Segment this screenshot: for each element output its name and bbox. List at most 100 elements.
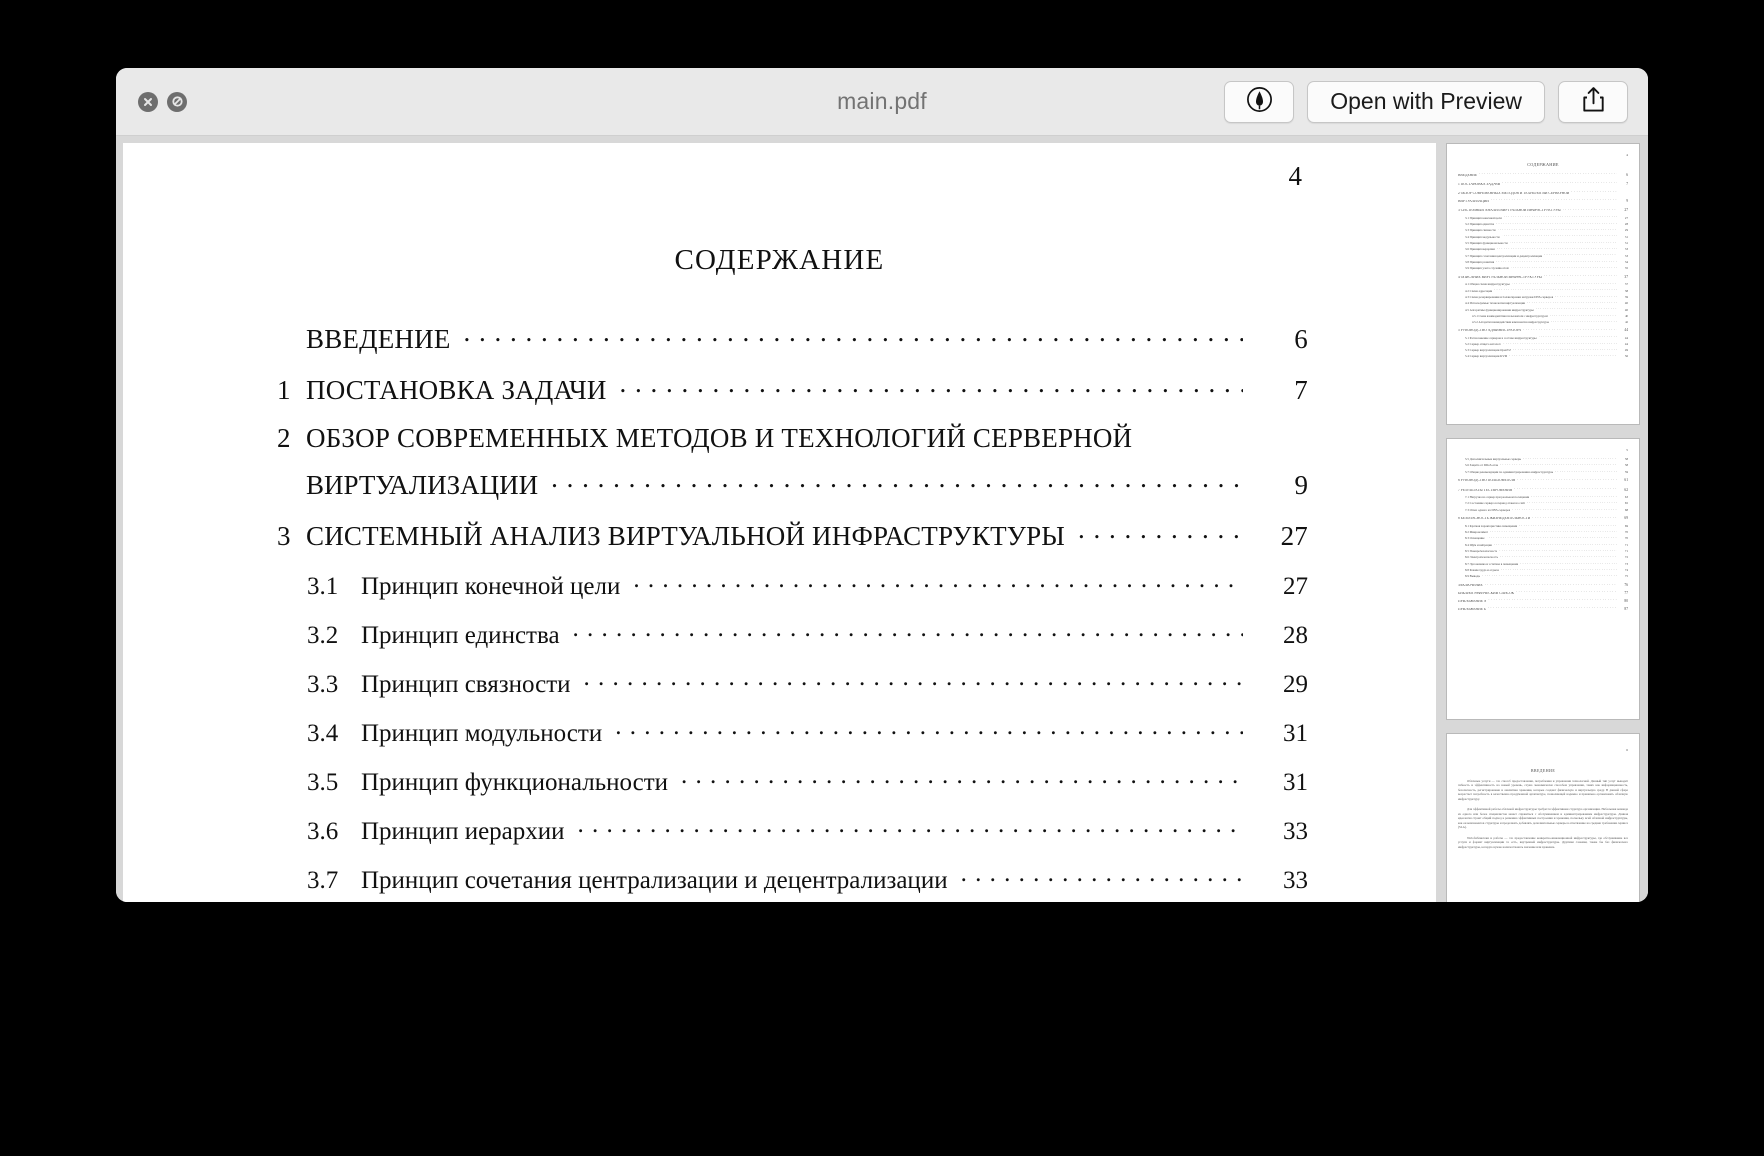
- thumbnail-toc-title: 3.5 Принцип функциональности: [1465, 241, 1508, 245]
- thumbnail-page-4[interactable]: 4 СОДЕРЖАНИЕ ВВЕДЕНИЕ 6 1 ПОСТАНОВКА ЗАДАЧИ 7…: [1446, 143, 1640, 425]
- toc-entry-row: 1 ПОСТАНОВКА ЗАДАЧИ 7: [277, 372, 1308, 406]
- toc-entry[interactable]: 3 СИСТЕМНЫЙ АНАЛИЗ ВИРТУАЛЬНОЙ ИНФРАСТРУК…: [277, 518, 1308, 552]
- thumbnail-dot-leader: [1519, 524, 1617, 527]
- thumbnail-toc-page: 58: [1624, 457, 1628, 462]
- thumbnail-toc-row: 2 ОБЗОР СОВРЕМЕННЫХ МЕТОДОВ И ТЕХНОЛОГИЙ…: [1458, 191, 1628, 196]
- thumbnail-toc-page: 37: [1624, 282, 1628, 287]
- toc-entry[interactable]: 3.1 Принцип конечной цели 27: [277, 569, 1308, 601]
- markup-button[interactable]: [1224, 80, 1295, 123]
- pdf-page-view[interactable]: 4 СОДЕРЖАНИЕ ВВЕДЕНИЕ 6 1 ПОСТАНОВКА ЗАДАЧИ…: [123, 143, 1436, 902]
- thumbnail-folio: 6: [1626, 748, 1628, 752]
- toc-entry-row: 3.5 Принцип функциональности 31: [307, 765, 1308, 797]
- thumbnail-toc-title: 7.3 Отказ одного из DNS-серверов: [1465, 508, 1511, 512]
- thumbnail-toc-row: 4.5.2 Алгоритм взаимодействия компоненто…: [1458, 320, 1628, 324]
- toc-entry[interactable]: 3.7 Принцип сочетания централизации и дец…: [277, 863, 1308, 895]
- thumbnail-dot-leader: [1490, 530, 1617, 533]
- window-toolbar: main.pdf Open with Preview: [116, 68, 1648, 136]
- toc-entry-row: 3.2 Принцип единства 28: [307, 618, 1308, 650]
- toc-dot-leader: [464, 321, 1243, 348]
- thumbnail-dot-leader: [1485, 583, 1617, 587]
- thumbnail-toc-title: 3.7 Принцип сочетания централизации и де…: [1465, 254, 1543, 258]
- toc-entry[interactable]: 3.6 Принцип иерархии 33: [277, 814, 1308, 846]
- toc-entry-page: 27: [1280, 521, 1308, 551]
- toc-entry[interactable]: 3.4 Принцип модульности 31: [277, 716, 1308, 748]
- toc-entry-title: ВВЕДЕНИЕ: [306, 324, 451, 354]
- open-with-preview-button[interactable]: Open with Preview: [1307, 80, 1545, 123]
- pdf-page-4: 4 СОДЕРЖАНИЕ ВВЕДЕНИЕ 6 1 ПОСТАНОВКА ЗАДАЧИ…: [123, 143, 1436, 902]
- toc-entry-title: Принцип сочетания централизации и децент…: [361, 867, 948, 894]
- thumbnail-toc-row: ПРИЛОЖЕНИЕ А 80: [1458, 598, 1628, 603]
- toc-entry[interactable]: 1 ПОСТАНОВКА ЗАДАЧИ 7: [277, 372, 1308, 406]
- thumbnail-page-6[interactable]: 6 ВВЕДЕНИЕ Облачные услуги — это способ пр…: [1446, 733, 1640, 902]
- thumbnail-toc-row: 5.6 Защита от DDoS-атак 58: [1458, 463, 1628, 467]
- thumbnail-toc-page: 58: [1624, 463, 1628, 468]
- share-upload-icon: [1580, 85, 1607, 119]
- toc-dot-leader: [633, 569, 1243, 594]
- toc-entry-title: Принцип функциональности: [361, 769, 669, 796]
- close-x-icon[interactable]: [138, 91, 158, 112]
- thumbnail-toc-title: 7.1 Нагрузка на сервер при реальном посе…: [1465, 496, 1530, 500]
- thumbnail-toc-title: ПРИЛОЖЕНИЕ А: [1458, 599, 1487, 603]
- thumbnail-toc-title: 1 ПОСТАНОВКА ЗАДАЧИ: [1458, 182, 1501, 186]
- share-button[interactable]: [1558, 80, 1628, 123]
- thumbnail-toc-row: 3.3 Принцип связности 29: [1458, 228, 1628, 232]
- thumbnail-toc-page: 68: [1624, 507, 1628, 512]
- toc-entry[interactable]: 3.5 Принцип функциональности 31: [277, 765, 1308, 797]
- toc-entry[interactable]: ВВЕДЕНИЕ 6: [277, 321, 1308, 355]
- thumbnail-folio: 4: [1626, 153, 1628, 157]
- toc-entry-title: ПОСТАНОВКА ЗАДАЧИ: [306, 375, 607, 405]
- thumbnail-toc-title: 3 СИСТЕМНЫЙ АНАЛИЗ ВИРТУАЛЬНОЙ ИНФРАСТРУ…: [1458, 209, 1561, 213]
- toc-entry-title: ОБЗОР СОВРЕМЕННЫХ МЕТОДОВ И ТЕХНОЛОГИЙ С…: [306, 423, 1133, 453]
- toc-entry-number: 3.3: [307, 671, 339, 698]
- thumbnail-dot-leader: [1520, 562, 1617, 565]
- toc-entry[interactable]: 3.2 Принцип единства 28: [277, 618, 1308, 650]
- thumbnail-toc-page: 27: [1624, 208, 1628, 213]
- thumbnail-heading: СОДЕРЖАНИЕ: [1527, 162, 1559, 167]
- thumbnail-toc-row: 4.1 Общая схема инфраструктуры 37: [1458, 282, 1628, 286]
- thumbnail-toc-row: 3.5 Принцип функциональности 31: [1458, 241, 1628, 245]
- thumbnail-toc-title: 8.5 Пожаробезопасность: [1465, 550, 1498, 554]
- thumbnail-dot-leader: [1496, 222, 1617, 225]
- thumbnail-toc-page: 6: [1626, 172, 1628, 177]
- thumbnail-toc-row: 8.3 Освещение 70: [1458, 536, 1628, 540]
- toc-entry-row: 3.4 Принцип модульности 31: [307, 716, 1308, 748]
- thumbnail-dot-leader: [1527, 301, 1617, 304]
- thumbnail-toc-row: 8.2 Микроклимат 70: [1458, 530, 1628, 534]
- thumbnail-toc-row: ЗАКЛЮЧЕНИЕ 76: [1458, 583, 1628, 588]
- thumbnail-toc-title: 3.2 Принцип единства: [1465, 222, 1495, 226]
- thumbnail-toc-row: ВИРТУАЛИЗАЦИИ 9: [1458, 198, 1628, 203]
- thumbnail-dot-leader: [1512, 282, 1617, 285]
- thumbnail-toc-page: 71: [1624, 549, 1628, 554]
- thumbnail-toc-title: 3.1 Принцип конечной цели: [1465, 216, 1502, 220]
- thumbnail-toc-row: 4.2 Схема адресации 38: [1458, 288, 1628, 292]
- thumbnail-toc-title: 8.1 Краткая характеристика помещения: [1465, 524, 1518, 528]
- thumbnail-dot-leader: [1494, 543, 1617, 546]
- page-folio-number: 4: [1288, 161, 1303, 191]
- toc-entry-page: 9: [1294, 470, 1309, 500]
- thumbnail-page-content: 4 СОДЕРЖАНИЕ ВВЕДЕНИЕ 6 1 ПОСТАНОВКА ЗАДАЧИ 7…: [1447, 144, 1639, 424]
- thumbnail-dot-leader: [1532, 516, 1617, 520]
- no-entry-slash-icon[interactable]: [167, 91, 187, 112]
- thumbnail-toc-page: 87: [1624, 606, 1628, 611]
- thumbnail-page-5[interactable]: 55.5 Дополнительные виртуальные серверы5…: [1446, 438, 1640, 720]
- thumbnail-toc-row: 5.4 Сервер виртуализации KVM 56: [1458, 354, 1628, 358]
- thumbnail-paragraph: Web-библиотеки и работы — это предоставл…: [1458, 835, 1628, 849]
- thumbnail-toc-page: 72: [1624, 555, 1628, 560]
- thumbnail-toc-page: 62: [1624, 487, 1628, 492]
- thumbnail-toc-page: 76: [1624, 583, 1628, 588]
- toc-entry[interactable]: 2 ОБЗОР СОВРЕМЕННЫХ МЕТОДОВ И ТЕХНОЛОГИЙ …: [277, 423, 1308, 501]
- thumbnail-toc-page: 33: [1624, 253, 1628, 258]
- thumbnail-toc-row: 5.7 Общие рекомендации по администрирова…: [1458, 470, 1628, 474]
- thumbnail-toc-title: БИБЛИОГРАФИЧЕСКИЙ СПИСОК: [1458, 592, 1515, 596]
- thumbnail-toc-title: 8.4 Шум и вибрация: [1465, 543, 1492, 547]
- toc-dot-leader: [1078, 518, 1243, 545]
- thumbnail-toc-row: 6 РУКОВОДСТВО ПОЛЬЗОВАТЕЛЯ 61: [1458, 478, 1628, 483]
- toc-entry-number: 3.1: [307, 573, 339, 600]
- thumbnail-sidebar[interactable]: 4 СОДЕРЖАНИЕ ВВЕДЕНИЕ 6 1 ПОСТАНОВКА ЗАДАЧИ 7…: [1436, 136, 1648, 902]
- thumbnail-toc-title: 7 РЕЗУЛЬТАТЫ ТЕСТИРОВАНИЯ: [1458, 488, 1513, 492]
- thumbnail-toc-row: 1 ПОСТАНОВКА ЗАДАЧИ 7: [1458, 181, 1628, 186]
- toc-entry-title-continued: ВИРТУАЛИЗАЦИИ: [306, 470, 539, 500]
- thumbnail-toc-page: 70: [1624, 530, 1628, 535]
- toc-entry[interactable]: 3.3 Принцип связности 29: [277, 667, 1308, 699]
- thumbnail-toc-page: 56: [1624, 354, 1628, 359]
